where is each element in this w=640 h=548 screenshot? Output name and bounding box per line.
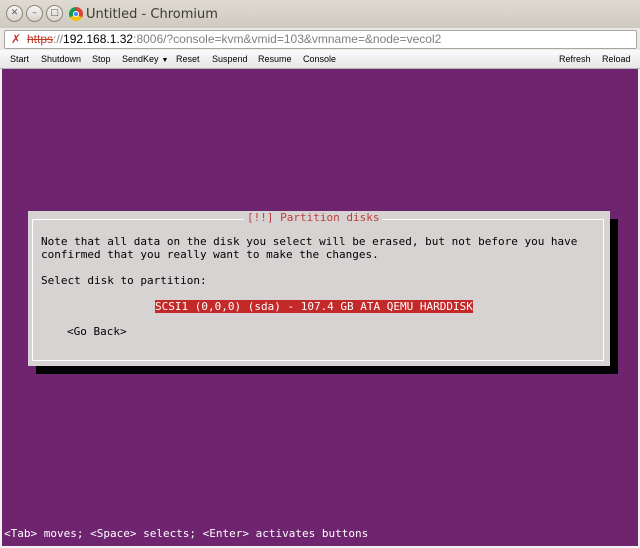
window-title: Untitled - Chromium: [86, 7, 218, 22]
console-status-line: <Tab> moves; <Space> selects; <Enter> ac…: [4, 527, 369, 540]
url-separator: ://: [53, 32, 64, 46]
minimize-icon[interactable]: –: [26, 5, 43, 22]
url-scheme: https: [27, 32, 54, 46]
resume-button[interactable]: Resume: [258, 52, 292, 66]
vm-console-screen[interactable]: [!!] Partition disks Note that all data …: [2, 69, 638, 546]
console-button[interactable]: Console: [303, 52, 336, 66]
insecure-x-icon: ✗: [11, 32, 22, 46]
dialog-message-line: confirmed that you really want to make t…: [41, 248, 379, 261]
dialog-message-line: Note that all data on the disk you selec…: [41, 235, 578, 248]
sendkey-label: SendKey: [122, 54, 159, 64]
address-bar: ✗ https://192.168.1.32:8006/?console=kvm…: [0, 28, 640, 50]
close-icon[interactable]: ✕: [6, 5, 23, 22]
chevron-down-icon: ▼: [161, 57, 169, 64]
refresh-button[interactable]: Refresh: [559, 52, 591, 66]
select-disk-label: Select disk to partition:: [41, 274, 207, 287]
partition-disks-dialog: [!!] Partition disks Note that all data …: [28, 211, 610, 366]
sendkey-button[interactable]: SendKey ▼: [122, 52, 168, 68]
maximize-icon[interactable]: □: [46, 5, 63, 22]
url-path: :8006/?console=kvm&vmid=103&vmname=&node…: [133, 32, 442, 46]
start-button[interactable]: Start: [10, 52, 29, 66]
url-host: 192.168.1.32: [63, 32, 134, 46]
go-back-button[interactable]: <Go Back>: [67, 325, 127, 338]
dialog-title: [!!] Partition disks: [244, 211, 383, 225]
url-text: https://192.168.1.32:8006/?console=kvm&v…: [27, 32, 441, 47]
disk-option-sda[interactable]: SCSI1 (0,0,0) (sda) - 107.4 GB ATA QEMU …: [155, 300, 473, 313]
shutdown-button[interactable]: Shutdown: [41, 52, 81, 66]
suspend-button[interactable]: Suspend: [212, 52, 248, 66]
vm-toolbar: Start Shutdown Stop SendKey ▼ Reset Suspe…: [0, 50, 640, 69]
reload-button[interactable]: Reload: [602, 52, 631, 66]
reset-button[interactable]: Reset: [176, 52, 200, 66]
url-input[interactable]: ✗ https://192.168.1.32:8006/?console=kvm…: [4, 30, 637, 49]
chromium-logo-icon: [69, 7, 83, 21]
stop-button[interactable]: Stop: [92, 52, 111, 66]
window-titlebar: ✕ – □ Untitled - Chromium: [0, 0, 640, 29]
